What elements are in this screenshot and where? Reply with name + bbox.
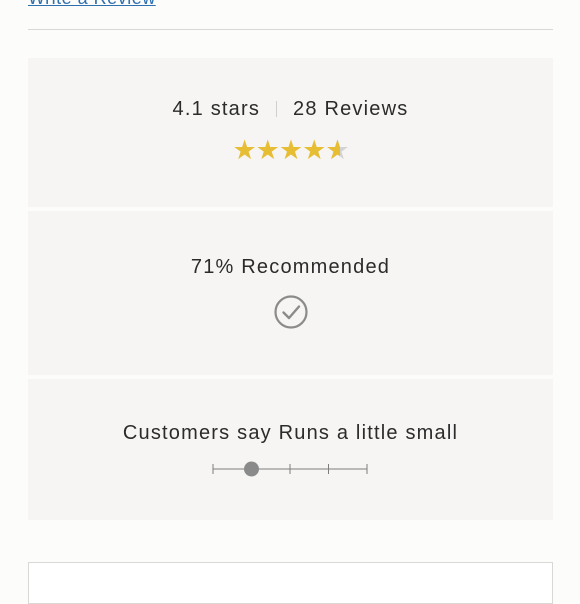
fit-scale [212,461,368,477]
rating-summary-line: 4.1 stars 28 Reviews [28,98,553,121]
recommendation-text: 71% Recommended [190,256,391,278]
fit-card: Customers say Runs a little small [28,379,553,520]
star-partial-icon: ★ ★ [325,135,349,165]
write-review-link[interactable]: Write a Review [28,0,156,9]
star-full-icon: ★ [302,135,326,165]
rating-text: 4.1 stars [172,98,261,120]
star-full-icon: ★ [278,135,303,165]
recommendation-card: 71% Recommended [28,211,553,375]
star-full-icon: ★ [232,135,256,165]
star-full-icon: ★ [255,135,280,165]
separator [276,100,278,117]
reviews-count-link[interactable]: 28 Reviews [293,98,408,120]
fit-text: Customers say Runs a little small [122,422,459,444]
rating-summary-card: 4.1 stars 28 Reviews ★★★★★ ★ [28,58,553,207]
star-rating: ★★★★★ ★ [28,136,553,164]
fit-scale-marker [244,461,259,477]
check-circle-icon [273,294,309,330]
next-section-card [28,562,553,604]
divider [28,29,553,30]
